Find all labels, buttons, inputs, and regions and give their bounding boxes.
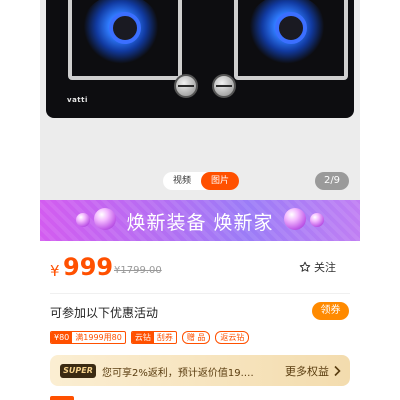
promo-tag-coupon-condition: 满1999用80 (75, 333, 122, 342)
left-knob (174, 74, 198, 98)
promotions-title: 可参加以下优惠活动 (50, 306, 159, 320)
current-price: 999 (63, 253, 114, 281)
follow-button[interactable]: 关注 (299, 259, 336, 275)
image-counter: 2/9 (315, 172, 349, 190)
right-knob (212, 74, 236, 98)
get-coupon-button[interactable]: 领券 (312, 302, 349, 320)
currency-symbol: ¥ (50, 262, 60, 280)
tab-image[interactable]: 图片 (201, 172, 240, 190)
original-price: ¥1799.00 (114, 265, 162, 276)
banner-text: 焕新装备 焕新家 (126, 212, 274, 234)
left-burner-cap (109, 12, 141, 44)
right-burner-cap (275, 12, 307, 44)
promotion-tags[interactable]: ¥80 满1999用80 云钻 刮券 赠 品 返云钻 (50, 331, 254, 344)
more-benefits-link[interactable]: 更多权益 (285, 363, 342, 379)
promo-tag-yunzuan-label: 云钻 (131, 332, 154, 343)
promo-banner[interactable]: 焕新装备 焕新家 (40, 200, 360, 241)
star-outline-icon (299, 261, 311, 272)
divider (50, 293, 350, 294)
next-section-badge (50, 396, 74, 400)
media-tab-switcher: 视频 图片 (163, 172, 240, 190)
next-section-peek (50, 396, 350, 400)
price-row: ¥ 999 ¥1799.00 关注 (50, 253, 350, 283)
product-gallery[interactable]: vatti 视频 图片 2/9 (40, 0, 360, 200)
more-benefits-label: 更多权益 (285, 365, 329, 378)
super-member-bar[interactable]: SUPER 您可享2%返利，预计返价值19.… 更多权益 (50, 355, 350, 386)
brand-logo: vatti (67, 96, 88, 104)
product-image[interactable]: vatti (46, 0, 354, 118)
product-detail-page: vatti 视频 图片 2/9 焕新装备 焕新家 ¥ 999 ¥1799.00 … (40, 0, 360, 400)
promo-tag-coupon-amount: ¥80 (51, 332, 73, 343)
promo-tag-cashback: 返云钻 (215, 331, 250, 344)
follow-label: 关注 (314, 261, 336, 274)
chevron-right-icon (334, 365, 341, 377)
super-badge: SUPER (60, 364, 96, 378)
promo-tag-gift: 赠 品 (181, 331, 211, 344)
promo-tag-coupon: ¥80 满1999用80 (50, 331, 126, 344)
super-member-text: 您可享2%返利，预计返价值19.… (102, 368, 254, 379)
promo-tag-yunzuan: 云钻 刮券 (130, 331, 177, 344)
promo-tag-yunzuan-detail: 刮券 (156, 333, 173, 342)
tab-video[interactable]: 视频 (163, 172, 201, 190)
